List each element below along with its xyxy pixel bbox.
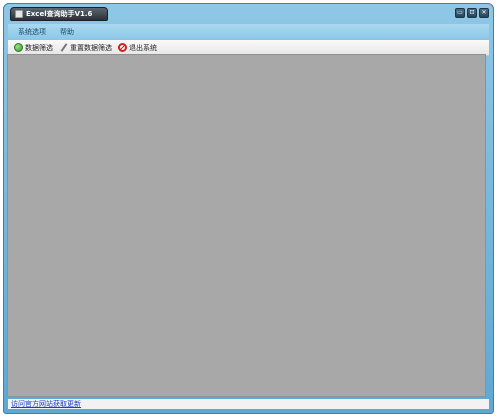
menu-bar: 系统选项 帮助 — [8, 24, 489, 39]
exit-system-label: 退出系统 — [129, 43, 157, 52]
green-circle-icon — [14, 43, 23, 52]
data-filter-button[interactable]: 数据筛选 — [14, 43, 53, 53]
close-icon: ✕ — [481, 9, 487, 16]
minimize-button[interactable]: ▭ — [455, 8, 465, 18]
website-link[interactable]: 访问官方网站获取更新 — [11, 399, 81, 409]
maximize-button[interactable]: ⊡ — [467, 8, 477, 18]
reset-filter-button[interactable]: 重置数据筛选 — [59, 43, 112, 53]
status-bar: 访问官方网站获取更新 — [8, 399, 489, 409]
app-icon — [15, 10, 23, 18]
close-button[interactable]: ✕ — [479, 8, 489, 18]
pen-icon — [59, 43, 68, 52]
menu-help[interactable]: 帮助 — [60, 27, 74, 37]
minimize-icon: ▭ — [457, 9, 463, 16]
window-title: Excel查询助手V1.6 — [26, 10, 93, 18]
window-controls: ▭ ⊡ ✕ — [455, 8, 489, 18]
maximize-icon: ⊡ — [469, 9, 475, 16]
exit-system-button[interactable]: 退出系统 — [118, 43, 157, 53]
data-filter-label: 数据筛选 — [25, 43, 53, 52]
title-bar[interactable]: Excel查询助手V1.6 ▭ ⊡ ✕ — [4, 4, 493, 22]
no-entry-icon — [118, 43, 127, 52]
title-tab: Excel查询助手V1.6 — [10, 7, 108, 21]
menu-system-options[interactable]: 系统选项 — [18, 27, 46, 37]
reset-filter-label: 重置数据筛选 — [70, 43, 112, 52]
workspace-area — [7, 54, 486, 397]
